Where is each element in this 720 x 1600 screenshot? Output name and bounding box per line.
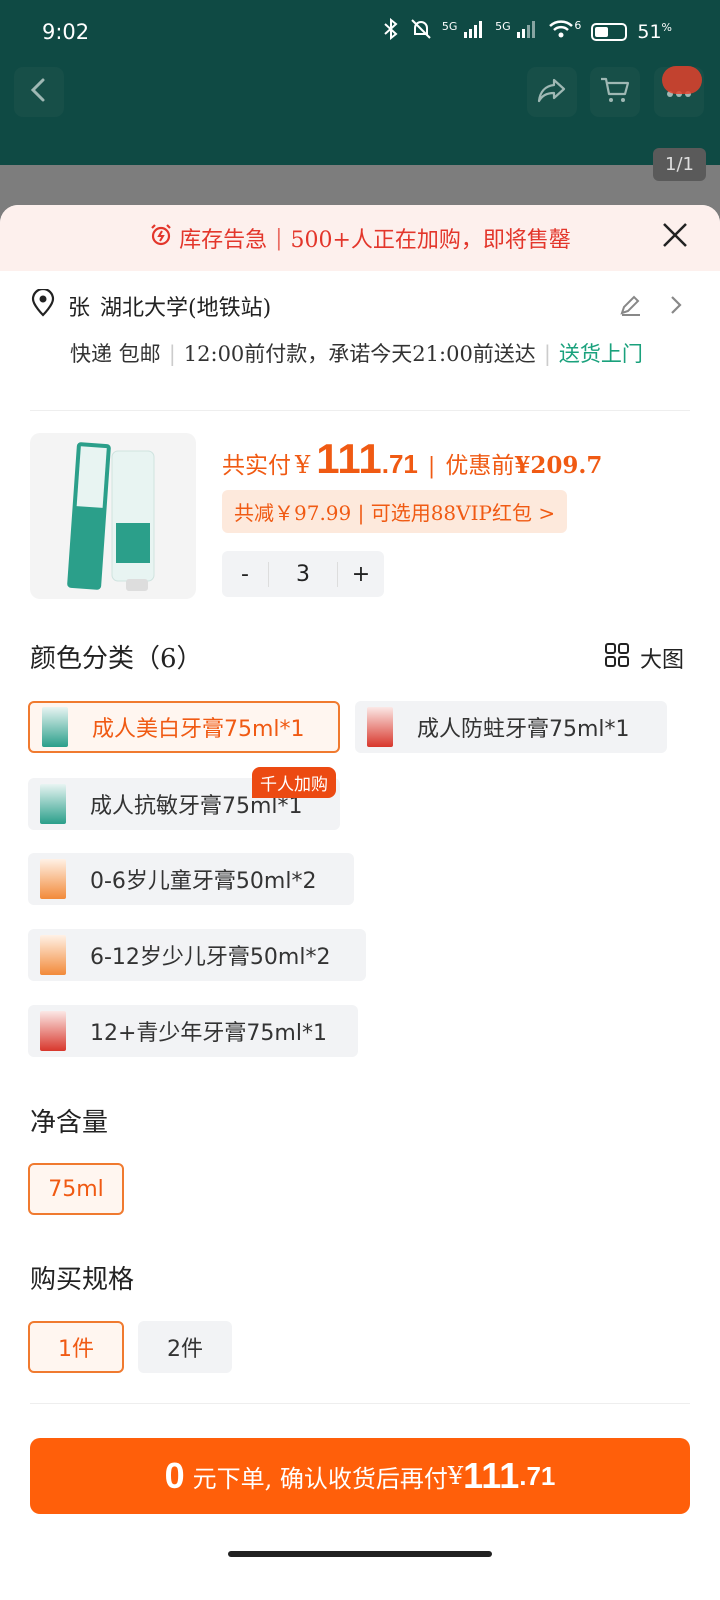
color-section-title: 颜色分类（6）: [30, 644, 203, 674]
address-location: 湖北大学(地铁站): [100, 296, 272, 321]
chevron-left-icon: [28, 77, 50, 107]
product-image[interactable]: [30, 433, 196, 599]
big-picture-toggle[interactable]: 大图: [604, 642, 684, 674]
orig-price: ¥209.7: [514, 452, 603, 479]
share-icon: [536, 76, 568, 108]
cta-currency: ¥: [447, 1462, 464, 1490]
stock-alert-bar: 库存告急 | 500+人正在加购，即将售罄: [0, 205, 720, 271]
chevron-right-icon[interactable]: [668, 293, 684, 321]
hot-badge: 千人加购: [252, 767, 336, 798]
quantity-value[interactable]: 3: [268, 561, 338, 587]
header-area: 9:02 5G 5G 6 51%: [0, 0, 720, 165]
signal1-label: 5G: [441, 20, 458, 33]
grid-icon: [604, 642, 640, 674]
cart-icon: [599, 75, 631, 109]
door-delivery-tag: 送货上门: [558, 342, 643, 366]
cta-amount-dec: .71: [519, 1460, 556, 1491]
volume-option-75ml[interactable]: 75ml: [28, 1163, 124, 1215]
status-icons: 5G 5G 6 51%: [382, 17, 672, 45]
signal-icon-1: 5G: [442, 20, 485, 43]
quantity-stepper: - 3 +: [222, 551, 384, 597]
spec-section-title: 购买规格: [30, 1265, 135, 1295]
delivery-promise: 12:00前付款，承诺今天21:00前送达: [183, 342, 536, 366]
color-option-kids-0-6[interactable]: 0-6岁儿童牙膏50ml*2: [28, 853, 354, 905]
option-label: 0-6岁儿童牙膏50ml*2: [90, 869, 317, 894]
cta-amount-int: 111: [463, 1455, 520, 1496]
close-button[interactable]: [656, 219, 694, 257]
recipient-name: 张: [68, 296, 91, 321]
divider: [30, 1403, 690, 1404]
sku-sheet: 库存告急 | 500+人正在加购，即将售罄 张 湖北大学(地铁站) 快递 包邮 |…: [0, 205, 720, 1600]
pay-price-dec: .71: [381, 449, 418, 479]
option-thumbnail: [40, 859, 66, 899]
quantity-plus-button[interactable]: +: [338, 562, 384, 587]
home-indicator[interactable]: [228, 1551, 492, 1557]
share-button[interactable]: [527, 67, 577, 117]
option-label: 6-12岁少儿牙膏50ml*2: [90, 945, 331, 970]
option-thumbnail: [42, 707, 68, 747]
price-row: 共实付 ¥ 111.71 | 优惠前 ¥209.7: [222, 435, 603, 482]
mute-bell-icon: [410, 18, 432, 45]
alarm-clock-icon: [149, 223, 173, 253]
order-button[interactable]: 0 元下单, 确认收货后再付 ¥ 111.71: [30, 1438, 690, 1514]
big-picture-label: 大图: [639, 648, 684, 673]
color-option-whitening[interactable]: 成人美白牙膏75ml*1: [28, 701, 340, 753]
alert-separator: |: [275, 225, 283, 251]
quantity-minus-button[interactable]: -: [222, 562, 268, 587]
alert-prefix: 库存告急: [179, 228, 268, 253]
shipping-method: 快递 包邮: [70, 342, 161, 366]
address-block[interactable]: 张 湖北大学(地铁站) 快递 包邮 | 12:00前付款，承诺今天21:00前送达 |…: [30, 287, 690, 371]
pay-label: 共实付: [222, 453, 291, 479]
bluetooth-icon: [382, 17, 400, 45]
color-option-kids-6-12[interactable]: 6-12岁少儿牙膏50ml*2: [28, 929, 366, 981]
cta-text: 元下单, 确认收货后再付: [192, 1464, 448, 1493]
back-button[interactable]: [14, 67, 64, 117]
option-thumbnail: [40, 935, 66, 975]
location-pin-icon: [30, 287, 56, 323]
option-label: 12+青少年牙膏75ml*1: [90, 1021, 327, 1046]
wifi-icon: 6: [548, 19, 581, 44]
orig-label: 优惠前: [445, 453, 515, 479]
color-option-anticavity[interactable]: 成人防蛀牙膏75ml*1: [355, 701, 667, 753]
battery-percent: 51%: [637, 20, 672, 43]
spec-option-2[interactable]: 2件: [138, 1321, 232, 1373]
cta-zero: 0: [164, 1455, 185, 1496]
wifi-label: 6: [574, 19, 582, 32]
discount-tag[interactable]: 共减￥97.99 | 可选用88VIP红包 >: [222, 490, 568, 533]
spec-option-1[interactable]: 1件: [28, 1321, 124, 1373]
close-icon: [662, 222, 688, 254]
signal2-label: 5G: [495, 20, 511, 33]
divider: [30, 410, 690, 411]
alert-message: 500+人正在加购，即将售罄: [290, 228, 571, 253]
option-thumbnail: [40, 784, 66, 824]
notification-badge: [662, 66, 702, 94]
color-option-teen[interactable]: 12+青少年牙膏75ml*1: [28, 1005, 358, 1057]
status-time: 9:02: [42, 20, 90, 44]
delivery-info: 快递 包邮 | 12:00前付款，承诺今天21:00前送达 | 送货上门: [70, 342, 643, 366]
pay-currency: ¥: [295, 451, 311, 479]
edit-icon[interactable]: [618, 293, 642, 321]
option-thumbnail: [40, 1011, 66, 1051]
option-thumbnail: [367, 707, 393, 747]
volume-section-title: 净含量: [30, 1108, 109, 1138]
option-label: 成人防蛀牙膏75ml*1: [417, 717, 630, 742]
image-counter: 1/1: [653, 148, 706, 181]
cart-button[interactable]: [590, 67, 640, 117]
status-bar: 9:02 5G 5G 6 51%: [0, 0, 720, 66]
signal-icon-2: 5G: [495, 20, 538, 43]
pay-price-int: 111: [316, 435, 382, 482]
option-label: 成人美白牙膏75ml*1: [92, 717, 305, 742]
battery-icon: [591, 22, 628, 41]
